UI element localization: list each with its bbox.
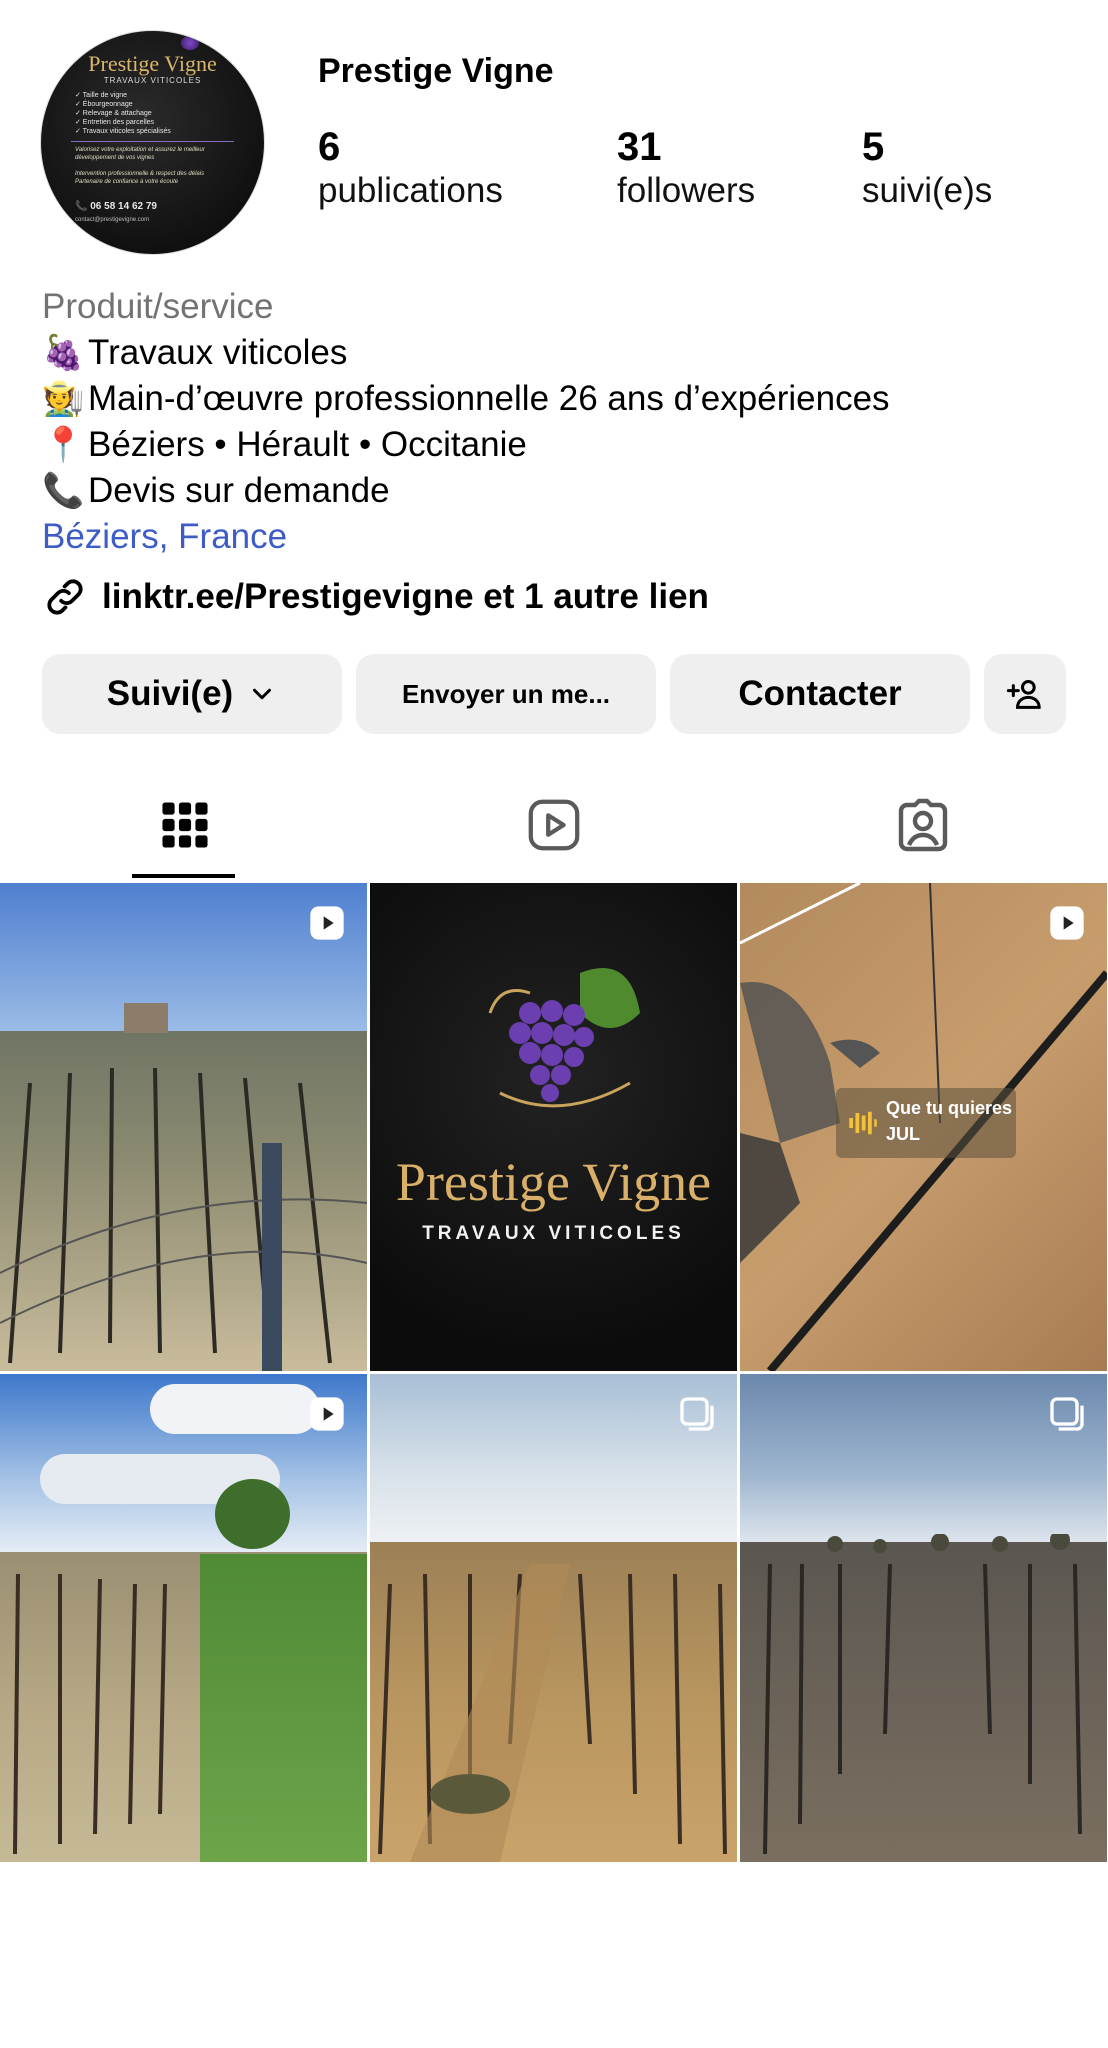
tagged-icon [898, 798, 947, 852]
location-pin-icon: 📍 [42, 426, 85, 464]
bio-line: 📍 Béziers • Hérault • Occitanie [42, 422, 1072, 468]
bio-external-link[interactable]: linktr.ee/Prestigevigne et 1 autre lien [42, 572, 709, 622]
carousel-icon [680, 1397, 714, 1431]
stat-value: 31 [617, 125, 662, 169]
message-button[interactable]: Envoyer un me... [356, 654, 656, 734]
reels-icon [528, 799, 579, 851]
carousel-icon [1050, 1397, 1084, 1431]
avatar-service: ✓ Taille de vigne [75, 92, 128, 99]
avatar-divider [71, 141, 234, 142]
audio-wave-icon [849, 1111, 877, 1135]
message-label: Envoyer un me... [401, 678, 611, 709]
stat-value: 6 [318, 125, 341, 169]
avatar-brand: Prestige Vigne [88, 51, 217, 76]
song-artist: JUL [886, 1124, 921, 1144]
bio-category: Produit/service [42, 287, 274, 326]
post-tile[interactable]: Prestige Vigne TRAVAUX VITICOLES [370, 883, 737, 1371]
grid-icon [161, 802, 208, 848]
following-label: Suivi(e) [106, 674, 234, 713]
avatar-note: Partenaire de confiance à votre écoute [75, 179, 179, 185]
bio-line-text: Travaux viticoles [88, 333, 348, 372]
avatar-phone-number: 06 58 14 62 79 [90, 201, 157, 212]
grapes-icon: 🍇 [42, 334, 85, 372]
bio-line: 🧑‍🌾 Main-d’œuvre professionnelle 26 ans … [42, 376, 1072, 422]
post-tile[interactable] [370, 1374, 737, 1862]
avatar-pitch: Valorisez votre exploitation et assurez … [75, 146, 235, 186]
post-brand-title: Prestige Vigne [395, 1152, 712, 1212]
post-tile[interactable] [0, 1374, 367, 1862]
reel-icon [310, 1397, 344, 1431]
avatar-tagline: TRAVAUX VITICOLES [103, 76, 202, 85]
following-button[interactable]: Suivi(e) [42, 654, 342, 734]
bio-line-text: Devis sur demande [88, 471, 390, 510]
post-tile[interactable]: Que tu quieres JUL [740, 883, 1107, 1371]
avatar-note: Intervention professionnelle & respect d… [75, 171, 205, 177]
avatar-service: ✓ Travaux viticoles spécialisés [75, 128, 171, 135]
stat-label: followers [617, 171, 756, 210]
stat-following[interactable]: 5 suivi(e)s [862, 125, 992, 213]
stat-publications[interactable]: 6 publications [318, 125, 503, 213]
bio-location-link[interactable]: Béziers, France [42, 514, 1072, 560]
stat-followers[interactable]: 31 followers [617, 125, 755, 213]
tab-reels[interactable] [369, 770, 738, 880]
stat-label: publications [318, 171, 503, 210]
profile-header: Prestige Vigne TRAVAUX VITICOLES ✓ Taill… [0, 0, 1108, 265]
song-title: Que tu quieres [886, 1098, 1013, 1118]
add-person-icon [1006, 680, 1041, 709]
bio-line: 📞 Devis sur demande [42, 468, 1072, 514]
post-tile[interactable] [740, 1374, 1107, 1862]
phone-icon: 📞 [42, 472, 85, 510]
link-icon [47, 579, 83, 615]
bio-line-text: Main-d’œuvre professionnelle 26 ans d’ex… [88, 379, 890, 418]
post-brand-subtitle: TRAVAUX VITICOLES [422, 1223, 685, 1244]
avatar-phone: 📞 06 58 14 62 79 [75, 201, 157, 212]
bio-line: 🍇 Travaux viticoles [42, 330, 1072, 376]
reel-icon [310, 906, 344, 940]
chevron-down-icon [253, 688, 272, 700]
suggested-users-button[interactable] [984, 654, 1066, 734]
avatar-pitch-text: Valorisez votre exploitation et assurez … [75, 147, 205, 161]
farmer-icon: 🧑‍🌾 [42, 380, 85, 418]
tab-tagged[interactable] [738, 770, 1107, 880]
link-text: linktr.ee/Prestigevigne et 1 autre lien [102, 577, 709, 616]
profile-tabs [0, 770, 1108, 880]
contact-button[interactable]: Contacter [670, 654, 970, 734]
reel-icon [1050, 906, 1084, 940]
avatar-service: ✓ Entretien des parcelles [75, 119, 155, 126]
profile-bio: Produit/service 🍇 Travaux viticoles 🧑‍🌾 … [42, 284, 1072, 560]
grape-logo-icon [181, 36, 199, 50]
stat-label: suivi(e)s [862, 171, 993, 210]
music-sticker: Que tu quieres JUL [836, 1088, 1016, 1158]
grapes-logo-icon [488, 968, 640, 1108]
stat-value: 5 [862, 125, 885, 169]
avatar-service: ✓ Ébourgeonnage [75, 101, 133, 108]
bio-line-text: Béziers • Hérault • Occitanie [88, 425, 527, 464]
active-tab-indicator [132, 874, 235, 878]
profile-username: Prestige Vigne [318, 52, 554, 90]
avatar-email: contact@prestigevigne.com [75, 217, 150, 223]
contact-label: Contacter [738, 674, 902, 713]
post-tile[interactable] [0, 883, 367, 1371]
avatar-service: ✓ Relevage & attachage [75, 110, 152, 117]
profile-avatar[interactable]: Prestige Vigne TRAVAUX VITICOLES ✓ Taill… [40, 30, 265, 255]
tab-posts[interactable] [0, 770, 369, 880]
avatar-services: ✓ Taille de vigne ✓ Ébourgeonnage ✓ Rele… [75, 91, 171, 136]
